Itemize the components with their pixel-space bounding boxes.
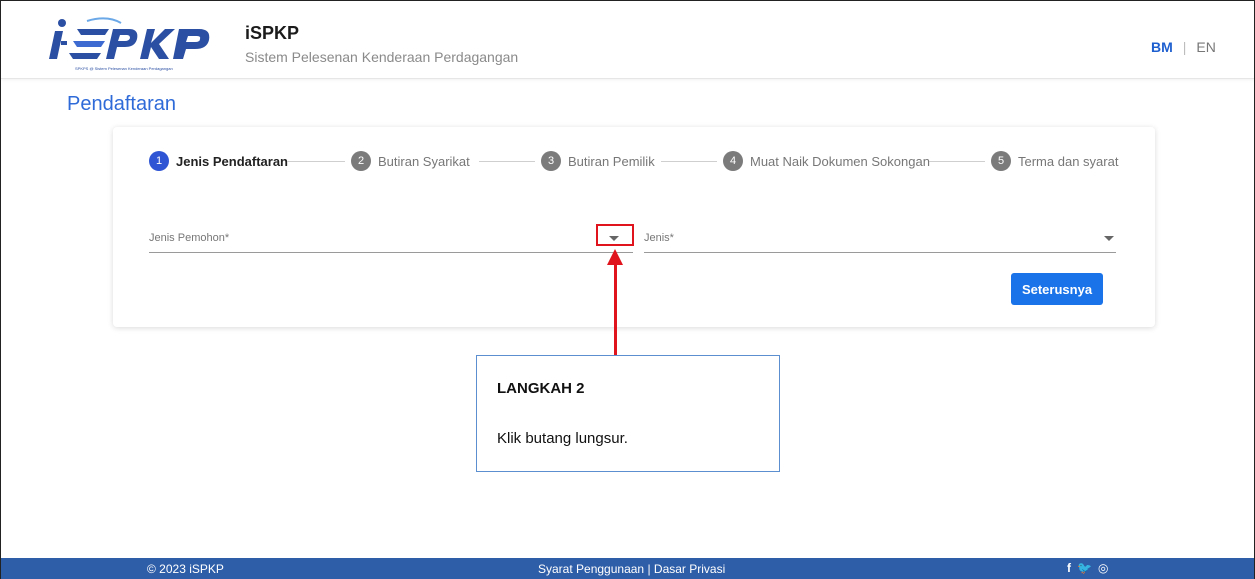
callout-title: LANGKAH 2	[497, 380, 585, 397]
privacy-link[interactable]: Dasar Privasi	[654, 562, 725, 576]
page-title: Pendaftaran	[67, 93, 176, 115]
step-connector	[287, 161, 345, 162]
instagram-icon[interactable]: ◎	[1098, 561, 1108, 575]
registration-card: 1 Jenis Pendaftaran 2 Butiran Syarikat 3…	[113, 127, 1155, 327]
step-label: Butiran Syarikat	[378, 153, 470, 169]
stepper: 1 Jenis Pendaftaran 2 Butiran Syarikat 3…	[149, 149, 1119, 173]
step-2[interactable]: 2 Butiran Syarikat	[351, 149, 470, 173]
arrow-line	[614, 263, 617, 355]
step-5[interactable]: 5 Terma dan syarat	[991, 149, 1118, 173]
app-footer: © 2023 iSPKP Syarat Penggunaan | Dasar P…	[1, 558, 1254, 579]
ispkp-logo: SPKPS @ Sistem Pelesenan Kenderaan Perda…	[49, 17, 210, 71]
type-dropdown-icon[interactable]	[1104, 236, 1114, 241]
social-links: f 🐦 ◎	[1067, 561, 1108, 575]
facebook-icon[interactable]: f	[1067, 561, 1071, 575]
language-switcher: BM | EN	[1151, 39, 1216, 55]
step-label: Jenis Pendaftaran	[176, 153, 288, 169]
callout-text: Klik butang lungsur.	[497, 430, 628, 447]
instruction-callout: LANGKAH 2 Klik butang lungsur.	[476, 355, 780, 472]
lang-en-link[interactable]: EN	[1196, 39, 1215, 55]
page-frame: SPKPS @ Sistem Pelesenan Kenderaan Perda…	[0, 0, 1255, 579]
app-header: SPKPS @ Sistem Pelesenan Kenderaan Perda…	[1, 1, 1254, 79]
step-connector	[479, 161, 535, 162]
applicant-type-select[interactable]: Jenis Pemohon*	[149, 229, 633, 253]
step-number: 4	[723, 151, 743, 171]
app-title: iSPKP	[245, 23, 300, 43]
step-3[interactable]: 3 Butiran Pemilik	[541, 149, 655, 173]
step-label: Terma dan syarat	[1018, 153, 1119, 169]
step-number: 5	[991, 151, 1011, 171]
step-number: 1	[149, 151, 169, 171]
step-number: 2	[351, 151, 371, 171]
footer-copyright: © 2023 iSPKP	[147, 562, 224, 576]
type-select[interactable]: Jenis*	[644, 229, 1116, 253]
lang-separator: |	[1182, 39, 1187, 55]
logo-tagline: SPKPS @ Sistem Pelesenan Kenderaan Perda…	[75, 66, 173, 71]
step-1[interactable]: 1 Jenis Pendaftaran	[149, 149, 288, 173]
app-subtitle: Sistem Pelesenan Kenderaan Perdagangan	[245, 49, 519, 65]
step-label: Muat Naik Dokumen Sokongan	[750, 153, 930, 169]
step-connector	[661, 161, 717, 162]
step-4[interactable]: 4 Muat Naik Dokumen Sokongan	[723, 149, 930, 173]
lang-bm-link[interactable]: BM	[1151, 39, 1173, 55]
footer-links: Syarat Penggunaan | Dasar Privasi	[538, 562, 725, 576]
highlight-box	[596, 224, 634, 246]
step-label: Butiran Pemilik	[568, 153, 655, 169]
footer-links-separator: |	[647, 562, 651, 576]
type-label: Jenis*	[644, 232, 674, 244]
twitter-icon[interactable]: 🐦	[1077, 561, 1092, 575]
next-button[interactable]: Seterusnya	[1011, 273, 1103, 305]
terms-link[interactable]: Syarat Penggunaan	[538, 562, 644, 576]
step-connector	[929, 161, 985, 162]
applicant-type-label: Jenis Pemohon*	[149, 232, 230, 244]
step-number: 3	[541, 151, 561, 171]
